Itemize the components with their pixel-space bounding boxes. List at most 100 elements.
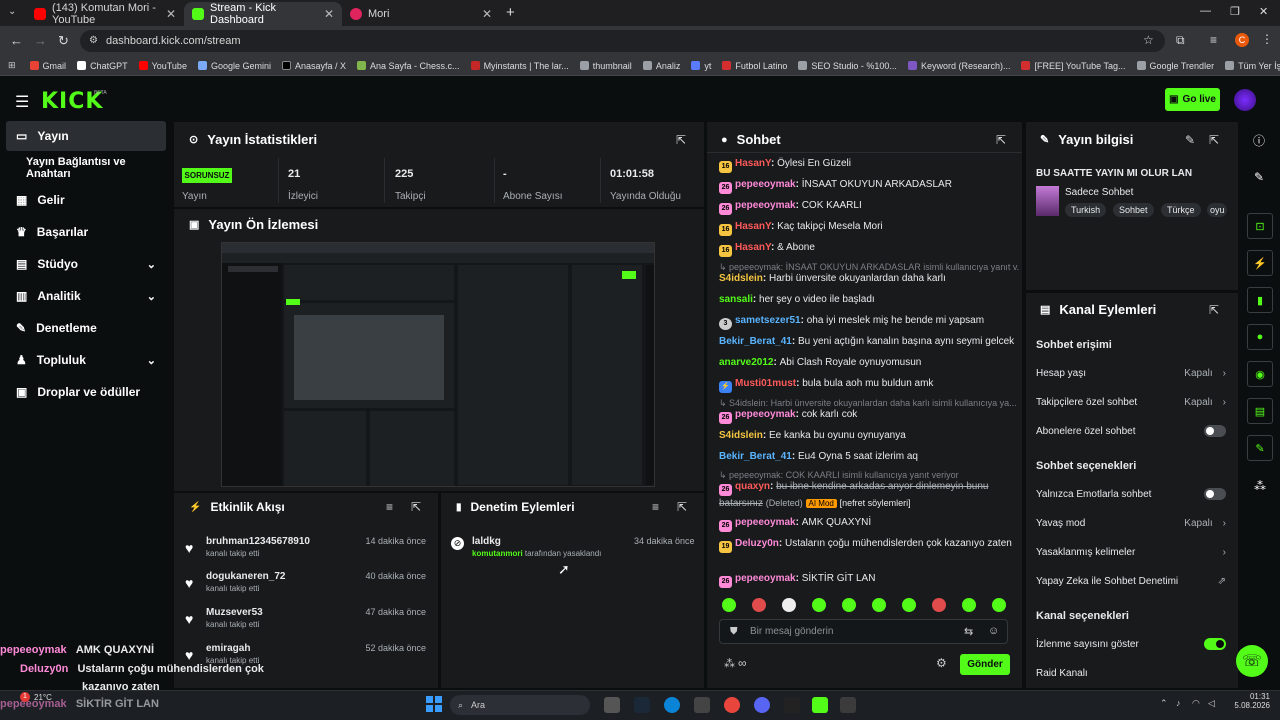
bookmark[interactable]: Anasayfa / X (281, 61, 346, 71)
tab-mori[interactable]: Mori ✕ (342, 2, 500, 26)
option-followers-only[interactable]: Takipçilere özel sohbet Kapalı › (1036, 392, 1226, 412)
emote-icon[interactable] (902, 598, 916, 612)
bookmark[interactable]: yt (691, 61, 711, 71)
document-icon[interactable]: ▮ (1247, 287, 1273, 313)
bookmark[interactable]: Google Trendler (1136, 61, 1214, 71)
maximize-button[interactable]: ❐ (1230, 5, 1240, 18)
tray-arrow-icon[interactable]: ⌃ (1160, 698, 1168, 709)
emote-icon[interactable] (872, 598, 886, 612)
reload-icon[interactable]: ↻ (58, 33, 69, 49)
emote-icon[interactable] (992, 598, 1006, 612)
moderated-user[interactable]: laldkg (472, 536, 501, 547)
bookmark[interactable]: ChatGPT (77, 61, 128, 71)
sidebar-item-studyo[interactable]: ▤ Stüdyo ⌄ (6, 249, 166, 279)
settings-gear-icon[interactable]: ⚙ (936, 656, 947, 670)
popout-icon[interactable]: ⇱ (1209, 303, 1219, 317)
popout-icon[interactable]: ⇱ (411, 500, 421, 514)
emoji-icon[interactable]: ☺ (988, 625, 999, 637)
shield-icon[interactable]: ⛊ (730, 626, 738, 637)
chat-username[interactable]: anarve2012 (719, 357, 774, 368)
option-slow-mode[interactable]: Yavaş mod Kapalı › (1036, 513, 1226, 533)
file-explorer-icon[interactable] (604, 697, 620, 713)
site-info-icon[interactable]: ⚙ (89, 35, 98, 46)
send-button[interactable]: Gönder (960, 654, 1010, 675)
moderator-name[interactable]: komutanmori (472, 549, 523, 558)
volume-icon[interactable]: ◁ (1208, 698, 1215, 709)
epic-games-icon[interactable] (784, 697, 800, 713)
extensions-icon[interactable]: ⧉ (1176, 33, 1185, 48)
chat-username[interactable]: S4idslein (719, 430, 763, 441)
bookmark[interactable]: Myinstants | The lar... (470, 61, 569, 71)
wrench-icon[interactable]: ✎ (1247, 435, 1273, 461)
user-avatar[interactable] (1234, 89, 1256, 111)
profile-avatar[interactable]: C (1235, 33, 1249, 47)
activity-user[interactable]: dogukaneren_72 (206, 571, 285, 582)
new-tab-button[interactable]: + (506, 4, 515, 21)
chat-icon[interactable]: ● (1247, 324, 1273, 350)
chat-username[interactable]: HasanY (735, 221, 771, 232)
bookmark[interactable]: Futbol Latino (722, 61, 787, 71)
taskbar-search[interactable]: ⌕ Ara (450, 695, 590, 715)
chat-username[interactable]: pepeeoymak (735, 517, 796, 528)
chat-username[interactable]: Bekir_Berat_41 (719, 336, 792, 347)
chrome-icon[interactable] (724, 697, 740, 713)
users-icon[interactable]: ⁂ (724, 657, 735, 670)
tag-chip[interactable]: Sohbet (1113, 203, 1154, 217)
bookmark[interactable]: SEO Studio - %100... (798, 61, 897, 71)
tag-chip[interactable]: Türkçe (1161, 203, 1201, 217)
chat-username[interactable]: S4idslein (719, 273, 763, 284)
toggle-switch[interactable] (1204, 488, 1226, 500)
info-icon[interactable]: ⓘ (1253, 132, 1265, 149)
chat-username[interactable]: pepeeoymak (735, 200, 796, 211)
sidebar-item-droplar[interactable]: ▣ Droplar ve ödüller (6, 377, 166, 407)
bookmark[interactable]: Gmail (29, 61, 66, 71)
window-close-button[interactable]: ✕ (1259, 5, 1268, 18)
category-name[interactable]: Sadece Sohbet (1065, 187, 1133, 198)
activity-user[interactable]: emiragah (206, 643, 250, 654)
sidebar-item-basarilar[interactable]: ♛ Başarılar (6, 217, 166, 247)
capture-icon[interactable]: ⊡ (1247, 213, 1273, 239)
bookmark[interactable]: Analiz (642, 61, 680, 71)
emote-icon[interactable] (962, 598, 976, 612)
tag-chip[interactable]: oyu (1207, 203, 1227, 217)
option-account-age[interactable]: Hesap yaşı Kapalı › (1036, 363, 1226, 383)
chat-username[interactable]: Deluzy0n (735, 538, 779, 549)
emote-icon[interactable] (932, 598, 946, 612)
kick-app-icon[interactable] (812, 697, 828, 713)
close-icon[interactable]: ✕ (166, 7, 176, 21)
apps-icon[interactable]: ⊞ (8, 60, 16, 71)
option-banned-words[interactable]: Yasaklanmış kelimeler › (1036, 542, 1226, 562)
tab-search-icon[interactable]: ⌄ (8, 6, 16, 17)
edit-icon[interactable]: ✎ (1254, 170, 1264, 184)
emote-icon[interactable] (842, 598, 856, 612)
go-live-button[interactable]: ▣ Go live (1165, 88, 1220, 111)
list-icon[interactable]: ▤ (1247, 398, 1273, 424)
sidebar-item-topluluk[interactable]: ♟ Topluluk ⌄ (6, 345, 166, 375)
popout-icon[interactable]: ⇱ (1209, 133, 1219, 147)
mic-icon[interactable]: ♪ (1176, 698, 1181, 708)
translate-icon[interactable]: ⇆ (964, 625, 973, 638)
filter-icon[interactable]: ≡ (652, 500, 659, 514)
clock[interactable]: 01:31 5.08.2026 (1234, 692, 1270, 710)
edit-icon[interactable]: ✎ (1185, 133, 1195, 147)
chat-username[interactable]: HasanY (735, 158, 771, 169)
tab-kick-dashboard[interactable]: Stream - Kick Dashboard ✕ (184, 2, 342, 26)
popout-icon[interactable]: ⇱ (677, 500, 687, 514)
url-input[interactable]: dashboard.kick.com/stream (80, 30, 1165, 52)
chat-username[interactable]: sansali (719, 294, 753, 305)
sidebar-item-denetleme[interactable]: ✎ Denetleme (6, 313, 166, 343)
lightning-icon[interactable]: ⚡ (1247, 250, 1273, 276)
toggle-switch[interactable] (1204, 638, 1226, 650)
emote-icon[interactable] (812, 598, 826, 612)
sidebar-item-gelir[interactable]: ▦ Gelir (6, 185, 166, 215)
chat-username[interactable]: Musti01must (735, 378, 796, 389)
discord-icon[interactable] (754, 697, 770, 713)
obs-icon[interactable] (840, 697, 856, 713)
emote-icon[interactable] (752, 598, 766, 612)
chat-username[interactable]: HasanY (735, 242, 771, 253)
close-icon[interactable]: ✕ (482, 7, 492, 21)
bookmark[interactable]: Ana Sayfa - Chess.c... (357, 61, 460, 71)
hamburger-menu-icon[interactable]: ☰ (15, 92, 29, 112)
steam-icon[interactable] (634, 697, 650, 713)
chat-username[interactable]: pepeeoymak (735, 573, 796, 584)
